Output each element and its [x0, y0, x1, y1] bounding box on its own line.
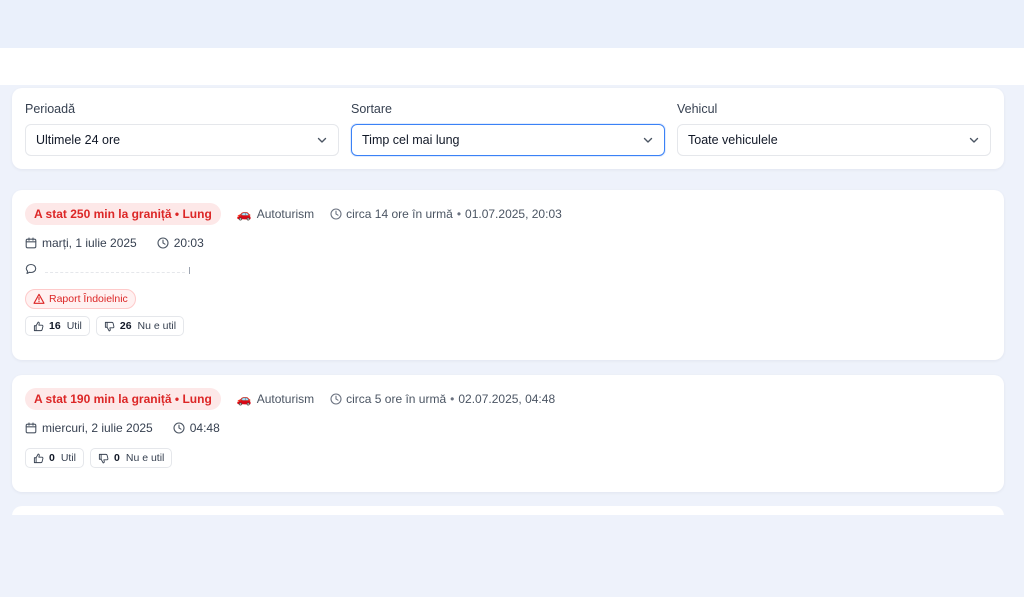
duration-badge: A stat 250 min la graniță • Lung — [25, 203, 221, 225]
clock-icon — [330, 208, 342, 220]
duration-badge: A stat 190 min la graniță • Lung — [25, 388, 221, 410]
timestamp: 02.07.2025, 04:48 — [458, 392, 556, 406]
vehicle-select[interactable]: Toate vehiculele — [677, 124, 991, 156]
report-date: marți, 1 iulie 2025 — [25, 236, 137, 250]
report-card: A stat 190 min la graniță • Lung 🚗 Autot… — [12, 375, 1004, 492]
car-icon: 🚗 — [236, 207, 252, 221]
sort-label: Sortare — [351, 102, 392, 116]
warning-icon — [33, 293, 45, 304]
date-text: marți, 1 iulie 2025 — [42, 236, 137, 250]
doubtful-label: Raport Îndoielnic — [49, 293, 128, 305]
sort-value: Timp cel mai lung — [362, 133, 460, 147]
report-card: A stat 250 min la graniță • Lung 🚗 Autot… — [12, 190, 1004, 360]
vehicle-type-label: Autoturism — [256, 392, 315, 406]
time-text: 20:03 — [173, 236, 204, 250]
report-time: circa 14 ore în urmă • 01.07.2025, 20:03 — [330, 207, 562, 221]
vehicle-filter: Vehicul Toate vehiculele — [677, 101, 991, 156]
report-header: A stat 250 min la graniță • Lung 🚗 Autot… — [25, 203, 562, 225]
comment-tick — [189, 266, 190, 274]
not-helpful-label: Nu e util — [125, 452, 165, 464]
report-time: circa 5 ore în urmă • 02.07.2025, 04:48 — [330, 392, 555, 406]
report-warning-row: Raport Îndoielnic — [25, 289, 136, 309]
car-icon: 🚗 — [236, 392, 252, 406]
thumbs-down-icon — [104, 321, 115, 331]
helpful-button[interactable]: 0 Util — [25, 448, 85, 468]
report-date-row: miercuri, 2 iulie 2025 04:48 — [25, 421, 240, 435]
period-label: Perioadă — [25, 102, 76, 116]
thumbs-up-icon — [33, 321, 44, 331]
header-bar — [0, 48, 1024, 85]
timestamp: 01.07.2025, 20:03 — [465, 207, 562, 221]
sort-select[interactable]: Timp cel mai lung — [351, 124, 665, 156]
report-clock: 04:48 — [173, 421, 220, 435]
vehicle-value: Toate vehiculele — [688, 133, 778, 147]
not-helpful-count: 26 — [119, 320, 132, 332]
period-select[interactable]: Ultimele 24 ore — [25, 124, 339, 156]
helpful-label: Util — [60, 452, 77, 464]
report-header: A stat 190 min la graniță • Lung 🚗 Autot… — [25, 388, 555, 410]
bottom-background — [0, 515, 1024, 597]
period-value: Ultimele 24 ore — [36, 133, 121, 147]
report-date-row: marți, 1 iulie 2025 20:03 — [25, 236, 224, 250]
top-background — [0, 0, 1024, 48]
chevron-down-icon — [317, 137, 327, 143]
filters-panel: Perioadă Ultimele 24 ore Sortare Timp ce… — [12, 88, 1004, 169]
vote-row: 16 Util 26 Nu e util — [25, 316, 190, 336]
relative-time: circa 14 ore în urmă — [346, 207, 453, 221]
helpful-button[interactable]: 16 Util — [25, 316, 90, 336]
calendar-icon — [25, 237, 37, 249]
clock-icon — [173, 422, 185, 434]
thumbs-up-icon — [33, 453, 44, 463]
separator-dot: • — [456, 207, 462, 221]
helpful-count: 16 — [49, 320, 61, 332]
time-text: 04:48 — [189, 421, 220, 435]
not-helpful-button[interactable]: 0 Nu e util — [90, 448, 173, 468]
sort-filter: Sortare Timp cel mai lung — [351, 101, 665, 156]
helpful-count: 0 — [49, 452, 55, 464]
relative-time: circa 5 ore în urmă — [346, 392, 447, 406]
comment-text-redacted — [45, 271, 185, 273]
clock-icon — [157, 237, 169, 249]
vote-row: 0 Util 0 Nu e util — [25, 448, 178, 468]
period-filter: Perioadă Ultimele 24 ore — [25, 101, 339, 156]
calendar-icon — [25, 422, 37, 434]
vehicle-type: 🚗 Autoturism — [237, 207, 314, 221]
doubtful-badge: Raport Îndoielnic — [25, 289, 136, 309]
chevron-down-icon — [643, 137, 653, 143]
clock-icon — [330, 393, 342, 405]
report-date: miercuri, 2 iulie 2025 — [25, 421, 153, 435]
separator-dot: • — [450, 392, 455, 406]
chevron-down-icon — [969, 137, 979, 143]
not-helpful-button[interactable]: 26 Nu e util — [95, 316, 185, 336]
helpful-label: Util — [66, 320, 82, 332]
date-text: miercuri, 2 iulie 2025 — [42, 421, 153, 435]
vehicle-type-label: Autoturism — [256, 207, 315, 221]
not-helpful-count: 0 — [114, 452, 120, 464]
comment-icon — [25, 263, 37, 275]
not-helpful-label: Nu e util — [137, 320, 177, 332]
vehicle-label: Vehicul — [677, 102, 718, 116]
vehicle-type: 🚗 Autoturism — [237, 392, 314, 406]
thumbs-down-icon — [98, 453, 109, 463]
report-clock: 20:03 — [157, 236, 204, 250]
report-comment — [25, 263, 190, 275]
